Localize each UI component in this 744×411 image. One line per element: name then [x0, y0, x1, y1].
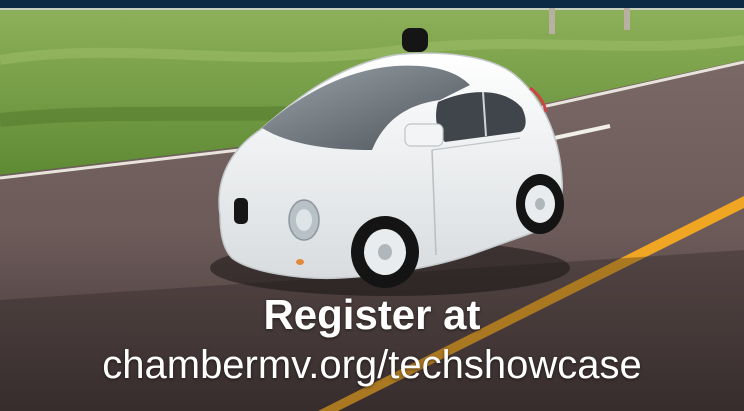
roof-sensor	[402, 28, 428, 52]
fence-post	[549, 8, 555, 34]
front-sensor	[234, 198, 248, 224]
side-mirror	[404, 123, 444, 147]
registration-url[interactable]: chambermv.org/techshowcase	[0, 340, 744, 390]
event-banner: Register at chambermv.org/techshowcase	[0, 0, 744, 411]
top-strip	[0, 0, 744, 8]
register-heading: Register at	[263, 291, 481, 338]
fence-post	[624, 8, 630, 30]
